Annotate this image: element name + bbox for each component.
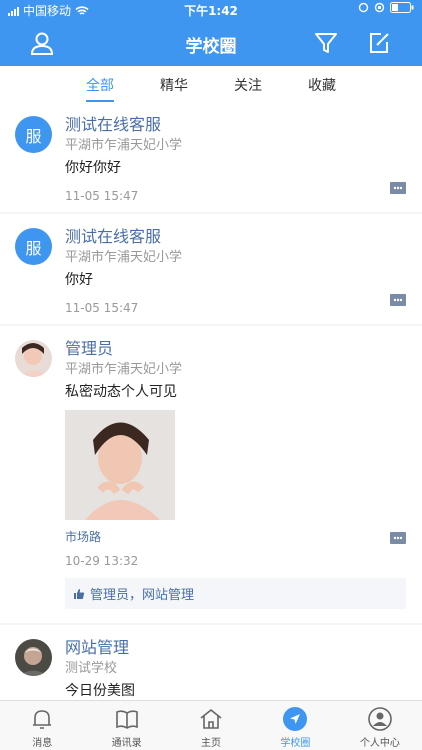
- post-school: 平湖市乍浦天妃小学: [65, 138, 183, 153]
- post-time: 11-05 15:47: [65, 301, 139, 315]
- bottom-tab-bar: 消息 通讯录 主页 学校圈 个人中心: [0, 700, 422, 750]
- post-content: 私密动态个人可见: [65, 384, 177, 400]
- bell-icon: [33, 710, 52, 729]
- post-feed[interactable]: 服 测试在线客服 平湖市乍浦天妃小学 你好你好 11-05 15:47 服 测试…: [0, 102, 422, 700]
- likes-bar: 管理员，网站管理: [65, 578, 406, 609]
- post-content: 你好你好: [65, 160, 121, 176]
- page-title: 学校圈: [185, 37, 237, 57]
- tabbar-contacts[interactable]: 通讯录: [84, 701, 168, 750]
- thumbs-up-icon: [74, 588, 85, 599]
- home-icon: [200, 708, 222, 729]
- alarm-icon: [358, 2, 369, 13]
- filter-icon[interactable]: [312, 29, 340, 57]
- rotation-lock-icon: [374, 2, 385, 13]
- post-location[interactable]: 市场路: [65, 528, 406, 545]
- tabbar-label: 个人中心: [359, 738, 400, 749]
- post-time: 10-29 13:32: [65, 554, 139, 568]
- book-icon: [115, 710, 138, 729]
- tabbar-home[interactable]: 主页: [169, 701, 253, 750]
- navigation-icon: [283, 707, 308, 731]
- post-item: 管理员 平湖市乍浦天妃小学 私密动态个人可见 市场路 10-29 13:32 管…: [0, 326, 422, 623]
- battery-icon: [390, 2, 414, 13]
- tab-all[interactable]: 全部: [86, 66, 114, 102]
- avatar[interactable]: 服: [15, 116, 52, 153]
- avatar[interactable]: [15, 340, 52, 377]
- post-time: 11-05 15:47: [65, 189, 139, 203]
- status-bar: 中国移动 下午1:42: [0, 0, 422, 20]
- avatar[interactable]: [15, 639, 52, 676]
- avatar[interactable]: 服: [15, 228, 52, 265]
- tab-bar: 全部 精华 关注 收藏: [0, 66, 422, 102]
- post-content: 今日份美图: [65, 683, 135, 699]
- tabbar-school-circle[interactable]: 学校圈: [253, 701, 337, 750]
- tabbar-label: 学校圈: [280, 738, 311, 749]
- post-author[interactable]: 管理员: [65, 338, 406, 360]
- tab-featured[interactable]: 精华: [160, 66, 188, 102]
- post-content: 你好: [65, 272, 93, 288]
- post-school: 平湖市乍浦天妃小学: [65, 250, 183, 265]
- comment-icon[interactable]: [390, 294, 406, 306]
- post-photo[interactable]: [65, 410, 175, 520]
- tab-favorites[interactable]: 收藏: [308, 66, 336, 102]
- likes-names[interactable]: 管理员，网站管理: [90, 584, 194, 603]
- tabbar-label: 主页: [201, 738, 222, 749]
- post-item: 网站管理 测试学校 今日份美图: [0, 625, 422, 700]
- post-item: 服 测试在线客服 平湖市乍浦天妃小学 你好 11-05 15:47: [0, 214, 422, 324]
- comment-icon[interactable]: [390, 532, 406, 544]
- tabbar-label: 通讯录: [111, 738, 142, 749]
- post-author[interactable]: 测试在线客服: [65, 114, 406, 136]
- post-school: 平湖市乍浦天妃小学: [65, 362, 183, 377]
- portrait-image: [15, 340, 52, 377]
- portrait-image: [15, 639, 52, 676]
- post-item: 服 测试在线客服 平湖市乍浦天妃小学 你好你好 11-05 15:47: [0, 102, 422, 212]
- tabbar-label: 消息: [32, 738, 53, 749]
- post-school: 测试学校: [65, 661, 118, 676]
- tab-following[interactable]: 关注: [234, 66, 262, 102]
- photo-image: [65, 410, 175, 520]
- tabbar-messages[interactable]: 消息: [0, 701, 84, 750]
- tabbar-profile[interactable]: 个人中心: [338, 701, 422, 750]
- profile-icon: [368, 707, 392, 731]
- post-author[interactable]: 网站管理: [65, 637, 406, 659]
- compose-icon[interactable]: [365, 29, 393, 57]
- post-author[interactable]: 测试在线客服: [65, 226, 406, 248]
- nav-bar: 学校圈: [0, 20, 422, 66]
- comment-icon[interactable]: [390, 182, 406, 194]
